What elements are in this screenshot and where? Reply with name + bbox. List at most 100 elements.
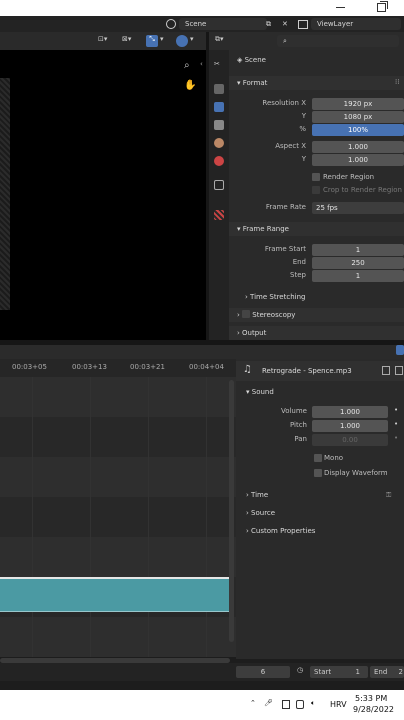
drag-handle-icon[interactable]: ⁞⁞ [395, 78, 399, 86]
output-section-header[interactable]: › Output [229, 326, 404, 340]
os-taskbar: ⌃ 🎤︎ 🔈︎ HRV 5:33 PM 9/28/2022 [0, 690, 404, 720]
pan-field[interactable]: 0.00 [312, 434, 388, 446]
collection-tab-icon[interactable] [214, 180, 224, 190]
format-section-header[interactable]: ▾ Format [229, 76, 404, 90]
viewlayer-icon [298, 19, 308, 29]
chevron-up-icon[interactable]: ⌃ [250, 699, 256, 707]
sound-strip[interactable] [0, 577, 230, 612]
tool-tab-icon[interactable]: ✂ [214, 60, 224, 70]
microphone-icon[interactable]: 🎤︎ [264, 699, 273, 707]
scene-selector[interactable]: Scene [166, 18, 267, 30]
world-tab-icon[interactable] [214, 156, 224, 166]
zoom-icon[interactable]: ⌕ [184, 60, 190, 71]
hand-pan-icon[interactable]: ✋ [184, 80, 196, 91]
current-frame-field[interactable]: 6 [236, 666, 290, 678]
channels-chevron-icon[interactable]: ▾ [190, 35, 194, 43]
resolution-y-field[interactable]: 1080 px [312, 111, 404, 123]
minimize-icon[interactable] [336, 7, 345, 8]
grid-line [90, 377, 91, 657]
strip-active-icon[interactable] [382, 366, 390, 375]
resolution-percent-slider[interactable]: 100% [312, 124, 404, 136]
time-section-header[interactable]: › Time ⚿ [236, 488, 404, 502]
start-value: 1 [355, 668, 360, 676]
source-section-header[interactable]: › Source [236, 506, 404, 520]
resolution-x-row: Resolution X 1920 px [229, 98, 404, 110]
crop-region-checkbox[interactable] [312, 186, 320, 194]
custom-properties-section-header[interactable]: › Custom Properties [236, 524, 404, 538]
sidebar-toggle-icon[interactable]: ‹ [200, 60, 204, 68]
sound-section-header[interactable]: ▾ Sound [236, 385, 404, 399]
vertical-scrollbar[interactable] [229, 380, 234, 642]
preview-image-edge [0, 78, 10, 310]
frame-end-field[interactable]: 250 [312, 257, 404, 269]
custom-properties-label: Custom Properties [251, 527, 316, 535]
aspect-y-field[interactable]: 1.000 [312, 154, 404, 166]
resolution-x-field[interactable]: 1920 px [312, 98, 404, 110]
restore-icon[interactable] [377, 1, 388, 12]
speaker-icon[interactable]: 🔈︎ [311, 699, 315, 708]
strip-mute-icon[interactable] [395, 366, 403, 375]
aspect-y-label: Y [301, 155, 306, 163]
view-layer-tab-icon[interactable] [214, 120, 224, 130]
start-label: Start [314, 668, 332, 676]
display-mode-icon[interactable]: ⤡ [146, 35, 158, 47]
scene-tab-icon[interactable] [214, 138, 224, 148]
time-stretching-subpanel[interactable]: › Time Stretching [229, 290, 404, 304]
sidebar-tab-icon[interactable] [396, 345, 404, 355]
preview-channels-icon[interactable] [176, 35, 188, 47]
texture-tab-icon[interactable] [214, 210, 224, 220]
pitch-row: Pitch 1.000 • [236, 420, 404, 432]
output-tab-icon[interactable] [214, 102, 224, 112]
scene-breadcrumb: ◈ Scene [229, 53, 404, 67]
grid-line [206, 377, 207, 657]
aspect-x-field[interactable]: 1.000 [312, 141, 404, 153]
resolution-percent-row: % 100% [229, 124, 404, 136]
keyframe-dot-icon[interactable]: • [394, 434, 398, 442]
frame-start-label: Frame Start [264, 245, 306, 253]
viewlayer-name-field[interactable]: ViewLayer [311, 18, 401, 30]
stereoscopy-checkbox[interactable] [242, 310, 251, 318]
stereoscopy-section-header[interactable]: › Stereoscopy [229, 308, 404, 322]
keyframe-dot-icon[interactable]: • [394, 420, 398, 428]
render-tab-icon[interactable] [214, 84, 224, 94]
preview-viewport[interactable] [0, 50, 206, 340]
properties-panel: ◈ Scene ▾ Format Resolution X 1920 px Y … [229, 50, 404, 340]
scene-copy-icon[interactable]: ⧉ [266, 18, 271, 30]
frame-rate-dropdown[interactable]: 25 fps [312, 202, 404, 214]
ruler-tick: 00:03+13 [72, 363, 107, 371]
frame-step-field[interactable]: 1 [312, 270, 404, 282]
frame-end-row: End 250 [229, 257, 404, 269]
mono-checkbox[interactable] [314, 454, 322, 462]
sound-note-icon: ♫ [243, 364, 252, 375]
clock-time[interactable]: 5:33 PM [355, 694, 387, 703]
channel-band [0, 537, 236, 577]
editor-type-icon[interactable]: ⧉▾ [215, 35, 224, 44]
scene-close-icon[interactable]: ✕ [282, 18, 288, 30]
strip-name-field[interactable]: Retrograde - Spence.mp3 [262, 367, 352, 375]
scene-name-field[interactable]: Scene [179, 18, 267, 30]
render-region-checkbox[interactable] [312, 173, 320, 181]
time-lock-icon[interactable]: ⚿ [386, 488, 391, 502]
frame-range-section-header[interactable]: ▾ Frame Range [229, 222, 404, 236]
end-frame-field[interactable]: End 2 [370, 666, 404, 678]
frame-start-field[interactable]: 1 [312, 244, 404, 256]
sequencer-timeline[interactable] [0, 377, 236, 657]
clock-date[interactable]: 9/28/2022 [353, 705, 394, 714]
display-waveform-checkbox[interactable] [314, 469, 322, 477]
keyframe-dot-icon[interactable]: • [394, 406, 398, 414]
clock-icon[interactable]: ◷ [297, 666, 303, 674]
gizmo-icon[interactable]: ⊠▾ [122, 35, 131, 43]
start-frame-field[interactable]: Start 1 [310, 666, 368, 678]
pitch-field[interactable]: 1.000 [312, 420, 388, 432]
sound-title: Sound [251, 388, 274, 396]
battery-icon[interactable] [296, 700, 304, 709]
overlay-icon[interactable]: ⊡▾ [98, 35, 107, 43]
properties-search[interactable]: ⌕ [277, 35, 399, 47]
input-language[interactable]: HRV [330, 700, 347, 709]
viewlayer-selector[interactable]: ViewLayer [298, 18, 401, 30]
display-chevron-icon[interactable]: ▾ [160, 35, 164, 43]
network-icon[interactable] [282, 700, 290, 709]
grid-line [32, 377, 33, 657]
time-ruler[interactable]: 00:03+05 00:03+13 00:03+21 00:04+04 [0, 359, 236, 377]
volume-field[interactable]: 1.000 [312, 406, 388, 418]
